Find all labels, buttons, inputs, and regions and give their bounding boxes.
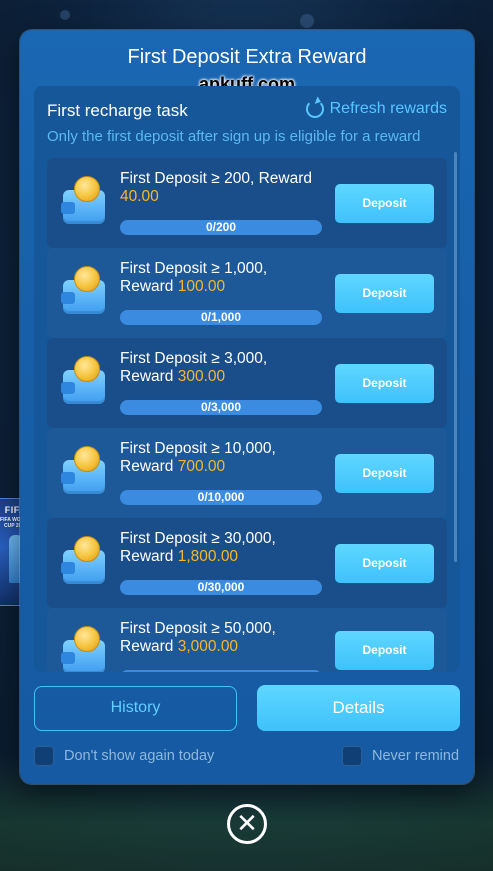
background-dot xyxy=(300,14,314,28)
reward-amount: 40.00 xyxy=(120,188,159,205)
progress-bar: 0/10,000 xyxy=(120,490,322,505)
wallet-coin-icon xyxy=(61,626,107,672)
wallet-coin-icon xyxy=(61,356,107,406)
progress-bar: 0/30,000 xyxy=(120,580,322,595)
reward-description: First Deposit ≥ 1,000, Reward 100.00 xyxy=(120,260,268,295)
reward-amount: 700.00 xyxy=(177,458,226,475)
reward-description: First Deposit ≥ 3,000, Reward 300.00 xyxy=(120,350,268,385)
list-item: First Deposit ≥ 3,000, Reward 300.00 0/3… xyxy=(47,338,447,428)
list-item: First Deposit ≥ 1,000, Reward 100.00 0/1… xyxy=(47,248,447,338)
details-button[interactable]: Details xyxy=(257,685,460,731)
task-subtitle: Only the first deposit after sign up is … xyxy=(47,128,421,145)
reward-amount: 3,000.00 xyxy=(177,638,239,655)
refresh-icon xyxy=(305,100,324,118)
reward-description: First Deposit ≥ 10,000, Reward 700.00 xyxy=(120,440,276,475)
reward-amount: 300.00 xyxy=(177,368,226,385)
never-remind-checkbox[interactable]: Never remind xyxy=(342,746,459,766)
history-button[interactable]: History xyxy=(34,686,237,731)
list-item: First Deposit ≥ 50,000, Reward 3,000.00 … xyxy=(47,608,447,672)
wallet-coin-icon xyxy=(61,446,107,496)
dont-show-today-checkbox[interactable]: Don't show again today xyxy=(34,746,214,766)
progress-bar: 0/3,000 xyxy=(120,400,322,415)
deposit-threshold: First Deposit ≥ 10,000, xyxy=(120,440,276,457)
deposit-threshold: First Deposit ≥ 30,000, xyxy=(120,530,276,547)
progress-bar xyxy=(120,670,322,672)
reward-description: First Deposit ≥ 200, Reward 40.00 xyxy=(120,170,330,206)
never-remind-label: Never remind xyxy=(372,748,460,764)
deposit-threshold: First Deposit ≥ 50,000, xyxy=(120,620,276,637)
refresh-rewards-button[interactable]: Refresh rewards xyxy=(305,100,447,118)
progress-bar: 0/200 xyxy=(120,220,322,235)
wallet-coin-icon xyxy=(61,266,107,316)
deposit-button[interactable]: Deposit xyxy=(335,184,434,223)
refresh-rewards-label: Refresh rewards xyxy=(329,100,447,117)
deposit-threshold: First Deposit ≥ 1,000, xyxy=(120,260,268,277)
deposit-button[interactable]: Deposit xyxy=(335,364,434,403)
wallet-coin-icon xyxy=(61,536,107,586)
modal-title: First Deposit Extra Reward xyxy=(127,46,367,68)
dont-show-today-label: Don't show again today xyxy=(64,748,215,764)
deposit-threshold: First Deposit ≥ 3,000, xyxy=(120,350,268,367)
reward-description: First Deposit ≥ 50,000, Reward 3,000.00 xyxy=(120,620,276,655)
deposit-threshold: First Deposit ≥ 200, Reward xyxy=(120,170,312,187)
background-dot xyxy=(60,10,70,20)
deposit-button[interactable]: Deposit xyxy=(335,631,434,670)
task-title: First recharge task xyxy=(47,101,188,120)
wallet-coin-icon xyxy=(61,176,107,226)
progress-bar: 0/1,000 xyxy=(120,310,322,325)
deposit-button[interactable]: Deposit xyxy=(335,274,434,313)
first-deposit-modal: First Deposit Extra Reward apkuff.com Fi… xyxy=(20,30,474,784)
list-item: First Deposit ≥ 10,000, Reward 700.00 0/… xyxy=(47,428,447,518)
checkbox-box[interactable] xyxy=(34,746,54,766)
list-scrollbar[interactable] xyxy=(454,152,457,562)
reward-description: First Deposit ≥ 30,000, Reward 1,800.00 xyxy=(120,530,276,565)
recharge-task-panel: First recharge task Refresh rewards Only… xyxy=(34,86,460,672)
deposit-button[interactable]: Deposit xyxy=(335,454,434,493)
list-item: First Deposit ≥ 200, Reward 40.00 0/200 … xyxy=(47,158,447,248)
reward-amount: 1,800.00 xyxy=(177,548,239,565)
deposit-button[interactable]: Deposit xyxy=(335,544,434,583)
list-item: First Deposit ≥ 30,000, Reward 1,800.00 … xyxy=(47,518,447,608)
checkbox-box[interactable] xyxy=(342,746,362,766)
reward-amount: 100.00 xyxy=(177,278,226,295)
close-icon[interactable]: ✕ xyxy=(227,804,267,844)
